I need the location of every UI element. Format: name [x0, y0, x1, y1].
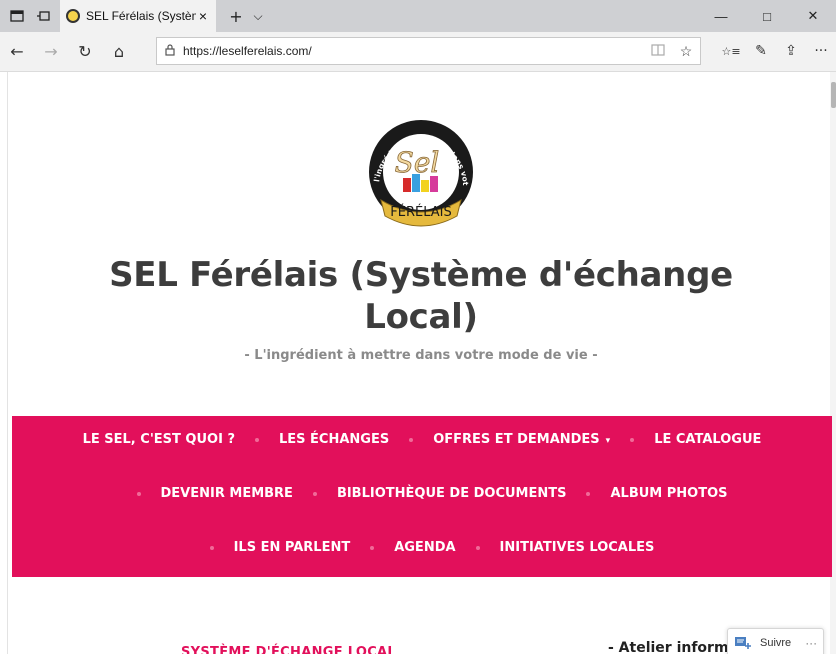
nav-separator	[209, 545, 214, 550]
share-icon[interactable]: ⇪	[776, 36, 806, 66]
dropdown-caret-icon: ▾	[605, 436, 611, 446]
nav-item-agenda[interactable]: AGENDA	[394, 540, 455, 555]
set-tabs-aside-icon[interactable]	[8, 7, 26, 25]
show-tabs-aside-icon[interactable]	[34, 7, 52, 25]
toolbar-right: ☆≡ ✎ ⇪ ···	[716, 36, 836, 66]
nav-row-2: DEVENIR MEMBRE BIBLIOTHÈQUE DE DOCUMENTS…	[12, 486, 832, 501]
nav-item-album-photos[interactable]: ALBUM PHOTOS	[610, 486, 727, 501]
section-title: SYSTÈME D'ÉCHANGE LOCAL	[181, 645, 396, 654]
maximize-button[interactable]: □	[744, 0, 790, 32]
tab-bar: SEL Férélais (Système d' × + ⌵ — □ ✕	[0, 0, 836, 32]
logo-banner-text: FÉRÉLAIS	[390, 204, 451, 220]
forward-button[interactable]: →	[34, 36, 68, 68]
left-border	[7, 72, 8, 654]
nav-item-devenir-membre[interactable]: DEVENIR MEMBRE	[161, 486, 293, 501]
nav-item-initiatives-locales[interactable]: INITIATIVES LOCALES	[500, 540, 655, 555]
back-button[interactable]: ←	[0, 36, 34, 68]
new-tab-button[interactable]: +	[224, 7, 248, 26]
nav-row-1: LE SEL, C'EST QUOI ? LES ÉCHANGES OFFRES…	[12, 432, 832, 447]
nav-row-3: ILS EN PARLENT AGENDA INITIATIVES LOCALE…	[12, 540, 832, 555]
close-tab-icon[interactable]: ×	[196, 8, 210, 24]
site-logo[interactable]: l'ingrédient à mettre dans votre mode de…	[353, 105, 485, 240]
home-button[interactable]: ⌂	[102, 36, 136, 68]
follow-more-icon[interactable]: ···	[805, 636, 817, 650]
nav-separator	[312, 491, 317, 496]
nav-item-ils-en-parlent[interactable]: ILS EN PARLENT	[234, 540, 351, 555]
sidebar-widget-title[interactable]: - Atelier informa	[608, 640, 736, 654]
close-window-button[interactable]: ✕	[790, 0, 836, 32]
nav-separator	[136, 491, 141, 496]
refresh-button[interactable]: ↻	[68, 36, 102, 68]
nav-item-offres-demandes-label: OFFRES ET DEMANDES	[433, 432, 600, 447]
window-controls: — □ ✕	[698, 0, 836, 32]
tab-preview-chevron-icon[interactable]: ⌵	[248, 9, 268, 24]
page-viewport: l'ingrédient à mettre dans votre mode de…	[0, 72, 836, 654]
web-notes-icon[interactable]: ✎	[746, 36, 776, 66]
tab-title: SEL Férélais (Système d'	[86, 9, 196, 23]
url-text[interactable]: https://leselferelais.com/	[183, 44, 644, 58]
nav-separator	[370, 545, 375, 550]
nav-item-catalogue[interactable]: LE CATALOGUE	[654, 432, 761, 447]
nav-item-les-echanges[interactable]: LES ÉCHANGES	[279, 432, 389, 447]
favorites-hub-icon[interactable]: ☆≡	[716, 36, 746, 66]
nav-item-le-sel[interactable]: LE SEL, C'EST QUOI ?	[83, 432, 235, 447]
scrollbar-thumb[interactable]	[831, 82, 836, 108]
nav-separator	[409, 437, 414, 442]
browser-tab-active[interactable]: SEL Férélais (Système d' ×	[60, 0, 216, 32]
nav-separator	[586, 491, 591, 496]
site-favicon	[66, 9, 80, 23]
favorite-star-icon[interactable]: ☆	[672, 43, 700, 60]
follow-label: Suivre	[760, 637, 792, 649]
site-tagline: - L'ingrédient à mettre dans votre mode …	[244, 348, 598, 363]
more-menu-icon[interactable]: ···	[806, 36, 836, 66]
main-navigation: LE SEL, C'EST QUOI ? LES ÉCHANGES OFFRES…	[12, 416, 832, 577]
nav-separator	[475, 545, 480, 550]
reading-view-icon[interactable]	[644, 43, 672, 60]
follow-button[interactable]: Suivre ···	[727, 628, 824, 654]
nav-item-offres-demandes[interactable]: OFFRES ET DEMANDES ▾	[433, 432, 610, 447]
address-bar[interactable]: https://leselferelais.com/ ☆	[156, 37, 701, 65]
site-title[interactable]: SEL Férélais (Système d'échange Local)	[60, 254, 782, 338]
nav-separator	[630, 437, 635, 442]
minimize-button[interactable]: —	[698, 0, 744, 32]
nav-item-bibliotheque[interactable]: BIBLIOTHÈQUE DE DOCUMENTS	[337, 486, 567, 501]
lock-icon	[157, 43, 183, 59]
nav-separator	[255, 437, 259, 442]
follow-icon	[734, 635, 756, 651]
browser-toolbar: ← → ↻ ⌂ https://leselferelais.com/ ☆ ☆≡ …	[0, 32, 836, 72]
